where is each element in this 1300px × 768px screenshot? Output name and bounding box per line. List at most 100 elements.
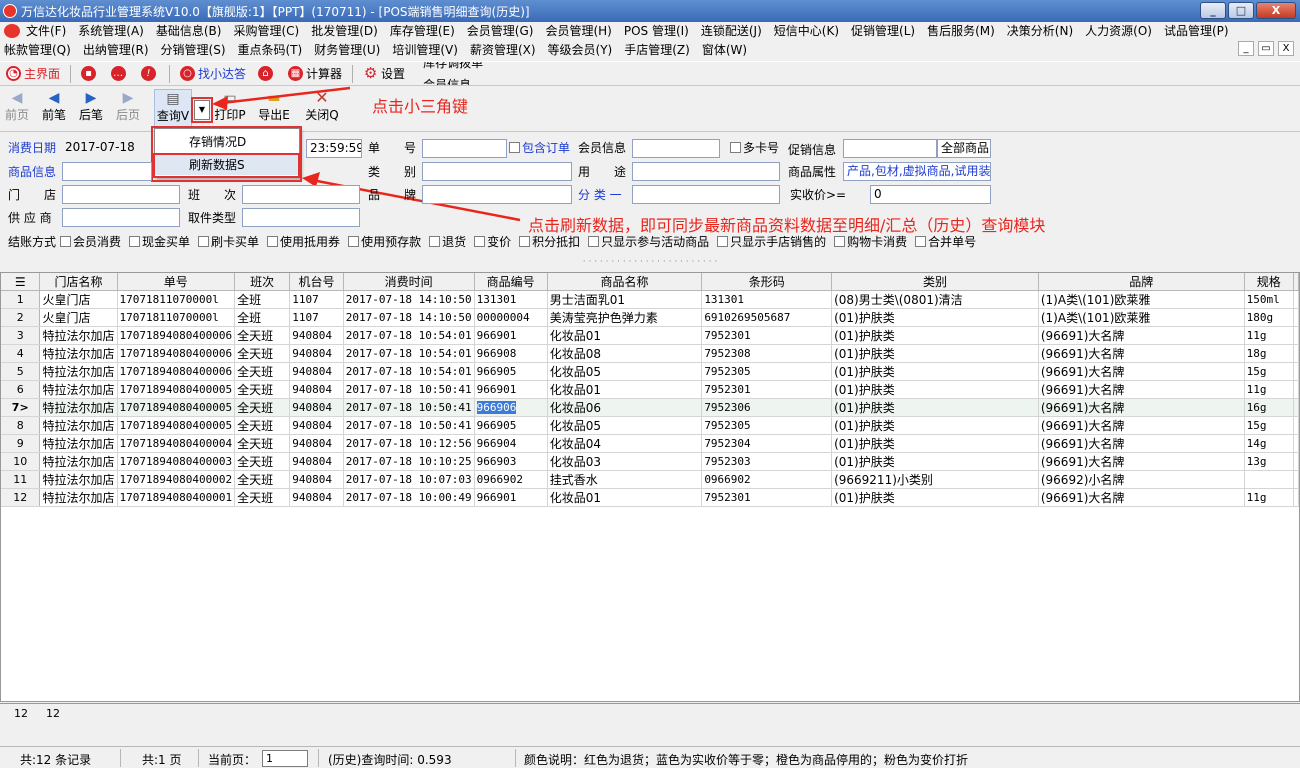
column-header[interactable]: 规格 [1244,273,1295,291]
checkbox-box[interactable] [198,236,210,247]
settle-checkbox[interactable]: 现金买单 [129,235,190,249]
menu-item[interactable]: 重点条码(T) [226,41,303,59]
menu-item[interactable]: 采购管理(C) [221,22,299,40]
column-header[interactable]: 品牌 [1038,273,1245,291]
mdi-minimize-button[interactable]: _ [1238,41,1254,56]
checkbox-box[interactable] [474,236,486,247]
settle-checkbox[interactable]: 购物卡消费 [834,235,907,249]
checkbox-box[interactable] [717,236,729,247]
date-input[interactable]: 2017-07-18 [62,139,152,158]
checkbox-box[interactable] [60,236,71,247]
menu-item[interactable]: 试品管理(P) [1152,22,1229,40]
maximize-button[interactable]: □ [1228,2,1254,19]
menu-item[interactable]: 出纳管理(R) [71,41,149,59]
query-dropdown-triangle[interactable]: ▼ [194,100,210,120]
lock-button[interactable]: ▪ [75,63,105,85]
price-input[interactable]: 0 [870,185,991,204]
next-page-button[interactable]: ▶ 后页 [111,89,145,129]
menu-item[interactable]: 连锁配送(J) [689,22,762,40]
menu-item[interactable]: 促销管理(L) [839,22,915,40]
menu-item[interactable]: 会员管理(G) [455,22,534,40]
settle-checkbox[interactable]: 只显示参与活动商品 [588,235,709,249]
chat-button[interactable]: … [105,63,135,85]
settle-checkbox[interactable]: 刷卡买单 [198,235,259,249]
settle-checkbox[interactable]: 使用预存款 [348,235,421,249]
table-row[interactable]: 10 特拉法尔加店 17071894080400003 全天班 940804 2017-0… [1,452,1299,471]
include-order-checkbox[interactable]: 包含订单 [509,139,570,157]
settle-checkbox[interactable]: 变价 [474,235,511,249]
member-input[interactable] [632,139,720,158]
table-row[interactable]: 7> 特拉法尔加店 17071894080400005 全天班 940804 2017-0… [1,398,1299,417]
menu-item[interactable]: POS 管理(I) [612,22,689,40]
menu-item[interactable]: 库存管理(E) [378,22,455,40]
table-row[interactable]: 9 特拉法尔加店 17071894080400004 全天班 940804 2017-07… [1,434,1299,453]
table-row[interactable]: 6 特拉法尔加店 17071894080400005 全天班 940804 2017-07… [1,380,1299,399]
all-goods-select[interactable]: 全部商品 [937,139,991,158]
menu-item[interactable]: 培训管理(V) [380,41,458,59]
hint-button[interactable]: ! [135,63,165,85]
menu-item[interactable]: 窗体(W) [690,41,747,59]
settle-checkbox[interactable]: 积分抵扣 [519,235,580,249]
settings-button[interactable]: ⚙ 设置 [357,63,411,85]
checkbox-box[interactable] [348,236,360,247]
splitter-handle[interactable]: · · · · · · · · · · · · · · · · · · · · … [0,258,1300,268]
find-button[interactable]: ○ 找小达答 [174,63,252,85]
supplier-input[interactable] [62,208,180,227]
shift-input[interactable] [242,185,360,204]
minimize-button[interactable]: _ [1200,2,1226,19]
home-button[interactable]: ◔ 主界面 [0,63,66,85]
promo-input[interactable] [843,139,937,158]
checkbox-box[interactable] [519,236,531,247]
settle-checkbox[interactable]: 只显示手店销售的 [717,235,826,249]
current-page-input[interactable]: 1 [262,750,308,767]
column-header[interactable]: 类别 [831,273,1039,291]
print-button[interactable]: ▭ 打印P [212,89,248,129]
column-header[interactable]: 单号 [117,273,236,291]
use-input[interactable] [632,162,780,181]
calculator-button[interactable]: ▦ 计算器 [282,63,348,85]
menu-item[interactable]: 人力资源(O) [1073,22,1152,40]
column-header[interactable]: 消费时间 [343,273,475,291]
menu-item[interactable]: 财务管理(U) [302,41,380,59]
prev-page-button[interactable]: ◀ 前页 [0,89,34,129]
table-row[interactable]: 5 特拉法尔加店 17071894080400006 全天班 940804 2017-07… [1,362,1299,381]
table-row[interactable]: 1 火皇门店 17071811070000l 全班 1107 2017-07-18 14:… [1,290,1299,309]
settle-checkbox[interactable]: 会员消费 [60,235,121,249]
checkbox-box[interactable] [834,236,846,247]
mdi-restore-button[interactable]: ▭ [1258,41,1274,56]
column-header[interactable]: 班次 [234,273,291,291]
column-header[interactable]: 机台号 [289,273,344,291]
menu-item[interactable]: 短信中心(K) [762,22,839,40]
settle-checkbox[interactable]: 合并单号 [915,235,976,249]
close-button[interactable]: X [1256,2,1296,19]
menu-item[interactable]: 系统管理(A) [66,22,144,40]
menu-item[interactable]: 决策分析(N) [995,22,1073,40]
table-row[interactable]: 2 火皇门店 17071811070000l 全班 1107 2017-07-18 14:… [1,308,1299,327]
multi-card-checkbox[interactable]: 多卡号 [730,139,779,157]
checkbox-box[interactable] [267,236,279,247]
table-row[interactable]: 8 特拉法尔加店 17071894080400005 全天班 940804 2017-07… [1,416,1299,435]
menu-item[interactable]: 帐款管理(Q) [0,41,71,59]
table-row[interactable]: 12 特拉法尔加店 17071894080400001 全天班 940804 2017-0… [1,488,1299,507]
mdi-close-button[interactable]: X [1278,41,1294,56]
column-header[interactable]: 条形码 [701,273,833,291]
time-input[interactable]: 23:59:59 [306,139,362,158]
checkbox-box[interactable] [429,236,441,247]
column-header[interactable]: 商品编号 [474,273,548,291]
close-query-button[interactable]: ✕ 关闭Q [303,89,341,129]
menu-item[interactable]: 薪资管理(X) [458,41,536,59]
brand-input[interactable] [422,185,572,204]
attr-input[interactable]: 产品,包材,虚拟商品,试用装 [843,162,991,181]
goods-input[interactable] [62,162,152,181]
next-record-button[interactable]: ▶ 后笔 [74,89,108,129]
settle-checkbox[interactable]: 使用抵用券 [267,235,340,249]
settle-checkbox[interactable]: 退货 [429,235,466,249]
prev-record-button[interactable]: ◀ 前笔 [37,89,71,129]
menu-item[interactable]: 等级会员(Y) [536,41,613,59]
query-button[interactable]: ▤ 查询V [154,89,192,129]
menu-item[interactable]: 基础信息(B) [144,22,222,40]
house-button[interactable]: ⌂ [252,63,282,85]
category-input[interactable] [422,162,572,181]
menu-item[interactable]: 售后服务(M) [915,22,995,40]
checkbox-box[interactable] [588,236,600,247]
